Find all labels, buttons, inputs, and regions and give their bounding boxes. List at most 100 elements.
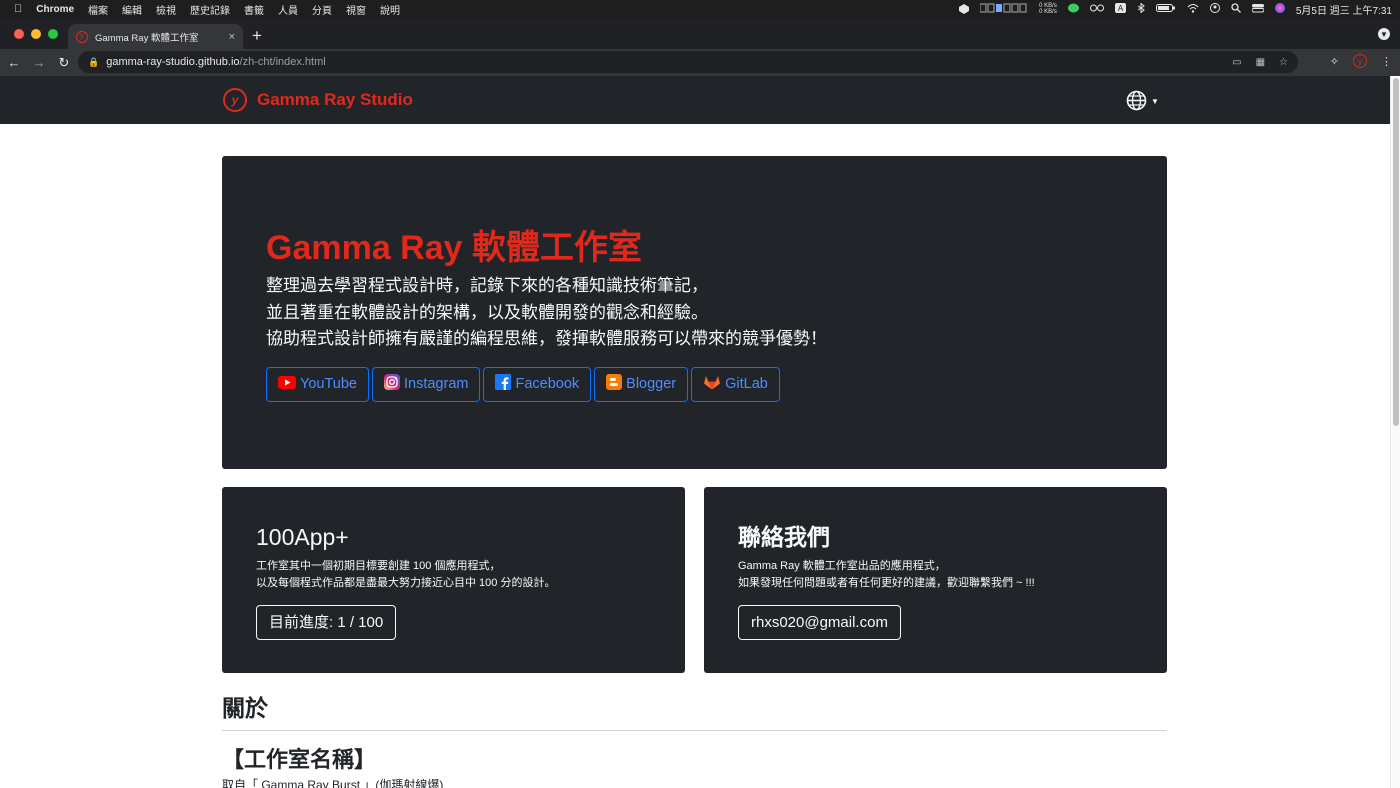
back-icon[interactable]: ←: [3, 55, 25, 70]
extensions-puzzle-icon[interactable]: ✧: [1330, 55, 1339, 68]
window-controls: [14, 29, 58, 39]
hero-line-1: 整理過去學習程式設計時，記錄下來的各種知識技術筆記，: [266, 276, 708, 295]
contact-description: Gamma Ray 軟體工作室出品的應用程式， 如果發現任何問題或者有任何更好的…: [738, 558, 1133, 592]
glasses-icon[interactable]: [1089, 3, 1104, 16]
cpu-meter-icon[interactable]: [979, 3, 1028, 16]
menu-window[interactable]: 視窗: [346, 2, 366, 17]
tab-search-icon[interactable]: ▼: [1378, 28, 1390, 40]
site-navbar: y Gamma Ray Studio ▼: [0, 76, 1400, 124]
menu-history[interactable]: 歷史記錄: [190, 2, 230, 17]
bluetooth-icon[interactable]: [1137, 1, 1145, 16]
youtube-button[interactable]: YouTube: [266, 366, 369, 402]
progress-button[interactable]: 目前進度: 1 / 100: [256, 605, 397, 640]
facebook-label: Facebook: [515, 376, 580, 392]
chrome-toolbar: ← → ↻ 🔒 gamma-ray-studio.github.io/zh-ch…: [0, 49, 1400, 76]
menu-edit[interactable]: 編輯: [122, 2, 142, 17]
scrollbar-thumb[interactable]: [1393, 78, 1399, 426]
youtube-icon: [278, 375, 296, 393]
contact-card: 聯絡我們 Gamma Ray 軟體工作室出品的應用程式， 如果發現任何問題或者有…: [704, 487, 1167, 673]
svg-text:A: A: [1118, 4, 1124, 13]
brand-link[interactable]: y Gamma Ray Studio: [223, 88, 413, 112]
instagram-icon: [383, 374, 400, 394]
instagram-button[interactable]: Instagram: [371, 366, 481, 402]
email-button[interactable]: rhxs020@gmail.com: [738, 605, 901, 640]
page-scrollbar[interactable]: [1390, 76, 1400, 788]
app-goal-description: 工作室其中一個初期目標要創建 100 個應用程式， 以及每個程式作品都是盡最大努…: [256, 558, 651, 592]
url-path: /zh-cht/index.html: [239, 56, 326, 68]
about-heading: 關於: [222, 695, 268, 721]
new-tab-button[interactable]: +: [252, 26, 262, 46]
blogger-icon: [606, 374, 623, 394]
globe-icon: [1126, 90, 1147, 116]
app-goal-card: 100App+ 工作室其中一個初期目標要創建 100 個應用程式， 以及每個程式…: [222, 487, 685, 673]
section-divider: [222, 730, 1167, 731]
minimize-window-button[interactable]: [31, 29, 41, 39]
wifi-icon[interactable]: [1187, 3, 1199, 16]
studio-name-description: 取自「 Gamma Ray Burst 」(伽瑪射線爆): [222, 778, 444, 788]
hero-line-3: 協助程式設計師擁有嚴謹的編程思維，發揮軟體服務可以帶來的競爭優勢！: [266, 329, 827, 348]
hero-line-2: 並且著重在軟體設計的架構，以及軟體開發的觀念和經驗。: [266, 302, 708, 322]
youtube-label: YouTube: [300, 376, 357, 392]
menu-app-name[interactable]: Chrome: [36, 4, 74, 15]
spotlight-search-icon[interactable]: [1231, 2, 1241, 16]
studio-name-heading: 【工作室名稱】: [222, 747, 377, 772]
forward-icon[interactable]: →: [28, 55, 50, 70]
menu-people[interactable]: 人員: [278, 2, 298, 17]
url-host: gamma-ray-studio.github.io: [106, 56, 240, 68]
blogger-label: Blogger: [626, 376, 677, 392]
net-down: 0 KB/s: [1039, 9, 1057, 15]
menu-file[interactable]: 檔案: [88, 2, 108, 17]
tab-close-icon[interactable]: ×: [229, 31, 235, 43]
hero-description: 整理過去學習程式設計時，記錄下來的各種知識技術筆記， 並且著重在軟體設計的架構，…: [266, 273, 1124, 353]
bookmark-star-icon[interactable]: ☆: [1279, 57, 1288, 68]
facebook-button[interactable]: Facebook: [483, 366, 592, 402]
close-window-button[interactable]: [14, 29, 24, 39]
qr-code-icon[interactable]: ▦: [1256, 57, 1265, 68]
cast-icon[interactable]: ▭: [1232, 57, 1241, 68]
tab-title: Gamma Ray 軟體工作室: [95, 32, 199, 44]
hero-jumbotron: Gamma Ray 軟體工作室 整理過去學習程式設計時，記錄下來的各種知識技術筆…: [222, 156, 1167, 469]
gitlab-icon: [703, 374, 721, 394]
siri-icon[interactable]: [1274, 2, 1285, 16]
control-center-icon[interactable]: [1251, 3, 1265, 16]
input-method-icon[interactable]: A: [1114, 2, 1126, 16]
contact-line-1: Gamma Ray 軟體工作室出品的應用程式，: [738, 560, 946, 572]
app-goal-line-1: 工作室其中一個初期目標要創建 100 個應用程式，: [256, 560, 501, 572]
status-app-icon[interactable]: [959, 4, 970, 14]
instagram-label: Instagram: [403, 376, 469, 392]
menu-help[interactable]: 說明: [380, 2, 400, 17]
app-goal-title: 100App+: [256, 524, 349, 550]
facebook-icon: [495, 374, 512, 394]
line-icon[interactable]: [1067, 3, 1079, 16]
gamma-ray-logo-icon: y: [223, 88, 247, 112]
network-speed: 0 KB/s 0 KB/s: [1039, 3, 1057, 15]
lock-icon[interactable]: 🔒: [88, 57, 99, 68]
menu-bookmarks[interactable]: 書籤: [244, 2, 264, 17]
chrome-menu-icon[interactable]: ⋮: [1381, 55, 1392, 68]
app-goal-line-2: 以及每個程式作品都是盡最大努力接近心目中 100 分的設計。: [256, 577, 556, 589]
browser-tab[interactable]: y Gamma Ray 軟體工作室 ×: [68, 24, 243, 49]
address-bar[interactable]: 🔒 gamma-ray-studio.github.io/zh-cht/inde…: [78, 51, 1298, 73]
menu-view[interactable]: 檢視: [156, 2, 176, 17]
reload-icon[interactable]: ↻: [53, 55, 75, 71]
chevron-down-icon: ▼: [1151, 96, 1159, 106]
contact-title: 聯絡我們: [738, 524, 830, 550]
menu-tab[interactable]: 分頁: [312, 2, 332, 17]
macos-menu-bar:  Chrome 檔案 編輯 檢視 歷史記錄 書籤 人員 分頁 視窗 說明 0 …: [0, 0, 1400, 18]
battery-icon[interactable]: [1155, 3, 1176, 16]
apple-menu-icon[interactable]: : [14, 3, 22, 15]
chrome-tab-strip: y Gamma Ray 軟體工作室 × + ▼: [0, 18, 1400, 49]
gitlab-button[interactable]: GitLab: [691, 366, 780, 402]
contact-line-2: 如果發現任何問題或者有任何更好的建議，歡迎聯繫我們 ~ !!!: [738, 577, 1035, 589]
menu-clock[interactable]: 5月5日 週三 上午7:31: [1296, 2, 1392, 17]
zoom-window-button[interactable]: [48, 29, 58, 39]
gitlab-label: GitLab: [725, 376, 768, 392]
profile-avatar[interactable]: y: [1353, 54, 1367, 68]
social-links: YouTube Instagram Facebook Blogger GitLa…: [266, 366, 1124, 402]
blogger-button[interactable]: Blogger: [594, 366, 689, 402]
brand-name: Gamma Ray Studio: [257, 90, 413, 109]
tab-favicon-icon: y: [76, 30, 88, 43]
hero-title: Gamma Ray 軟體工作室: [266, 229, 642, 267]
language-dropdown[interactable]: ▼: [1126, 90, 1159, 116]
user-icon[interactable]: [1209, 2, 1220, 16]
